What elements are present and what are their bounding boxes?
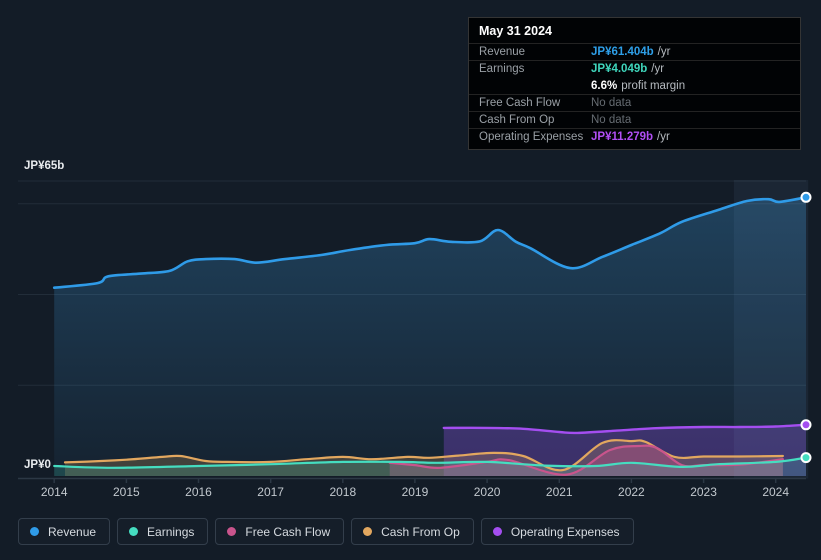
y-axis-label-zero: JP¥0 (24, 459, 51, 471)
legend-item-free-cash-flow[interactable]: Free Cash Flow (215, 518, 345, 545)
x-axis-year-label: 2021 (545, 485, 573, 499)
x-axis-labels: 2014 2015 2016 2017 2018 2019 2020 2021 2022 2023… (0, 485, 821, 501)
tooltip-value: JP¥61.404b/yr (591, 46, 671, 58)
tooltip-label: Cash From Op (479, 114, 555, 126)
x-axis-year-label: 2023 (690, 485, 717, 499)
tooltip-profit-margin: 6.6% profit margin (591, 79, 686, 92)
tooltip-row-profit-margin: 6.6% profit margin (469, 77, 800, 94)
legend-item-revenue[interactable]: Revenue (18, 518, 111, 545)
tooltip-row-cash-from-op: Cash From Op No data (469, 111, 800, 128)
x-axis-year-label: 2018 (329, 485, 357, 499)
x-axis-year-label: 2017 (257, 485, 284, 499)
x-axis-year-label: 2022 (618, 485, 645, 499)
chart-tooltip: May 31 2024 Revenue JP¥61.404b/yr Earnin… (468, 17, 801, 150)
y-axis-label-max: JP¥65b (24, 160, 65, 172)
tooltip-row-free-cash-flow: Free Cash Flow No data (469, 94, 800, 111)
legend-item-operating-expenses[interactable]: Operating Expenses (480, 518, 634, 545)
tooltip-label: Earnings (479, 63, 525, 75)
tooltip-date: May 31 2024 (479, 24, 552, 38)
tooltip-label: Free Cash Flow (479, 97, 561, 109)
tooltip-value: No data (591, 114, 632, 126)
tooltip-value: JP¥4.049b/yr (591, 63, 665, 75)
operating-expenses-dot-icon (492, 527, 502, 536)
tooltip-label: Operating Expenses (479, 131, 584, 143)
x-axis-year-label: 2016 (185, 485, 212, 499)
tooltip-row-operating-expenses: Operating Expenses JP¥11.279b/yr (469, 128, 800, 149)
tooltip-value: No data (591, 97, 632, 109)
tooltip-label: Revenue (479, 46, 526, 58)
x-axis-year-label: 2024 (762, 485, 790, 499)
chart-legend: Revenue Earnings Free Cash Flow Cash Fro… (18, 518, 634, 545)
legend-item-cash-from-op[interactable]: Cash From Op (351, 518, 474, 545)
x-axis-year-label: 2020 (473, 485, 501, 499)
x-axis-year-label: 2014 (40, 485, 68, 499)
financial-history-panel: JP¥65b JP¥0 2014 2015 2016 2017 2018 2019 2020… (0, 0, 821, 560)
x-axis-year-label: 2015 (112, 485, 140, 499)
x-axis-year-label: 2019 (401, 485, 429, 499)
tooltip-row-earnings: Earnings JP¥4.049b/yr (469, 60, 800, 77)
cash-from-op-dot-icon (363, 527, 373, 536)
earnings-dot-icon (129, 527, 139, 536)
revenue-dot-icon (30, 527, 39, 536)
legend-item-earnings[interactable]: Earnings (117, 518, 209, 545)
free-cash-flow-dot-icon (227, 527, 237, 536)
tooltip-row-revenue: Revenue JP¥61.404b/yr (469, 43, 800, 60)
tooltip-value: JP¥11.279b/yr (591, 131, 670, 143)
